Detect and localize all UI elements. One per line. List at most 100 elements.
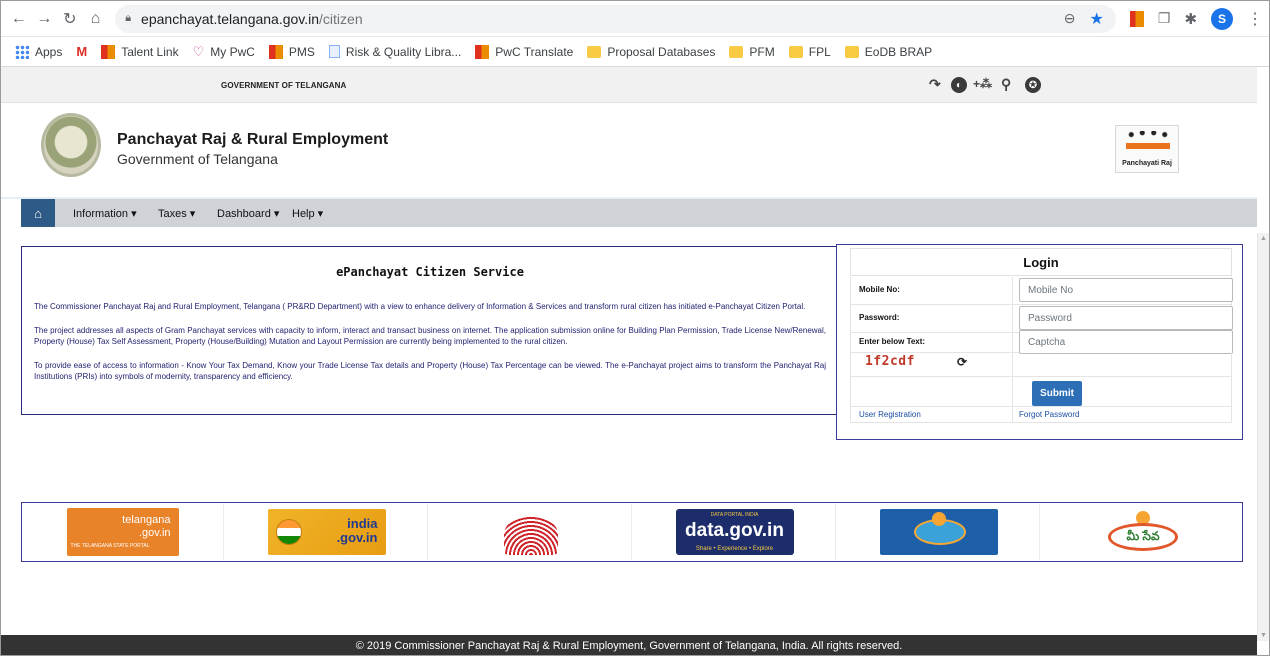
fingerprint-icon (503, 515, 558, 555)
browser-window: ← → ↻ ⌂ 🔒︎ epanchayat.telangana.gov.in /… (0, 0, 1270, 656)
document-icon (328, 45, 340, 58)
meeseva-logo (879, 509, 998, 555)
bookmark-eodb-brap[interactable]: EoDB BRAP (844, 45, 932, 59)
telangana-emblem-logo (41, 113, 101, 177)
mobile-input[interactable] (1019, 278, 1233, 302)
smiley-icon (931, 512, 946, 526)
menu-dashboard[interactable]: Dashboard ▾ (217, 207, 279, 220)
site-header: Panchayat Raj & Rural Employment Governm… (1, 103, 1257, 199)
gov-strip: GOVERNMENT OF TELANGANA ↷ ◐ +⁂ ⚲ ✪ (1, 67, 1257, 103)
submit-button[interactable]: Submit (1032, 381, 1082, 406)
scroll-down-icon[interactable]: ▼ (1260, 632, 1267, 639)
site-subtitle: Government of Telangana (117, 151, 278, 167)
scroll-up-icon[interactable]: ▲ (1260, 235, 1267, 242)
bookmark-pfm[interactable]: PFM (729, 45, 775, 59)
data-gov-logo: DATA PORTAL INDIA data.gov.in Share • Ex… (675, 509, 794, 555)
pwc-extension-icon[interactable] (1129, 10, 1144, 27)
folder-icon (844, 45, 859, 58)
extension-icon[interactable]: ❐ (1158, 10, 1171, 27)
menu-information[interactable]: Information ▾ (73, 207, 137, 220)
links-row: User Registration Forgot Password (850, 407, 1232, 423)
mee-seva-text: మీ సేవ (1108, 523, 1178, 551)
main-menu: ⌂ Information ▾ Taxes ▾ Dashboard ▾ Help… (21, 199, 1257, 227)
banner-india-gov[interactable]: india .gov.in (226, 504, 428, 560)
mee-seva-telugu-logo: మీ సేవ (1100, 509, 1186, 555)
panchayati-raj-logo: Panchayati Raj (1115, 125, 1179, 173)
profile-avatar[interactable]: S (1211, 7, 1234, 30)
captcha-label: Enter below Text: (859, 337, 926, 346)
bookmark-my-pwc[interactable]: ♡ My PwC (193, 44, 255, 60)
bookmark-gmail[interactable]: M (76, 44, 87, 59)
banner-telangana-portal[interactable]: telangana .gov.in THE TELANGANA STATE PO… (22, 504, 224, 560)
banner-meeseva[interactable] (838, 504, 1040, 560)
forward-arrow-icon[interactable]: → (33, 7, 57, 31)
logo-text: Panchayati Raj (1122, 160, 1172, 167)
bookmark-talent-link[interactable]: Talent Link (101, 44, 179, 59)
home-icon: ⌂ (34, 205, 42, 221)
india-logo-line1: india (347, 516, 378, 531)
bookmark-proposal-databases[interactable]: Proposal Databases (587, 45, 715, 59)
banner-aadhaar[interactable] (430, 504, 632, 560)
mobile-row: Mobile No: (850, 277, 1233, 305)
india-flag-icon (275, 519, 302, 545)
bookmark-fpl[interactable]: FPL (788, 45, 831, 59)
password-row: Password: (850, 305, 1233, 333)
address-bar[interactable]: 🔒︎ epanchayat.telangana.gov.in /citizen … (115, 4, 1116, 33)
datagov-top-text: DATA PORTAL INDIA (710, 512, 759, 518)
panel-heading: ePanchayat Citizen Service (336, 265, 524, 279)
intro-paragraph-2: The project addresses all aspects of Gra… (34, 326, 826, 346)
banner-data-gov[interactable]: DATA PORTAL INDIA data.gov.in Share • Ex… (634, 504, 836, 560)
folder-icon (587, 45, 602, 58)
captcha-label-row: Enter below Text: (850, 330, 1233, 354)
password-input[interactable] (1019, 306, 1233, 330)
telangana-logo-sub: THE TELANGANA STATE PORTAL (70, 543, 150, 549)
reload-icon[interactable]: ↻ (58, 7, 82, 31)
pwc-icon (268, 44, 283, 59)
aadhaar-logo (495, 509, 566, 555)
bookmark-pms[interactable]: PMS (268, 44, 315, 59)
pwc-icon (475, 44, 490, 59)
accessibility-icon[interactable]: ✪ (1025, 77, 1041, 93)
search-icon[interactable]: ⚲ (1001, 76, 1011, 93)
captcha-input[interactable] (1019, 330, 1233, 354)
bookmark-apps[interactable]: Apps (15, 44, 62, 59)
telangana-logo-line1: telangana (122, 514, 171, 526)
gov-label: GOVERNMENT OF TELANGANA (221, 81, 347, 90)
bookmark-star-icon[interactable]: ★ (1090, 9, 1104, 29)
datagov-bottom-text: Share • Experience • Explore (695, 546, 774, 552)
heart-icon: ♡ (192, 43, 205, 59)
folder-icon (788, 45, 803, 58)
page-scrollbar[interactable]: ▲ ▼ (1257, 233, 1269, 641)
submit-row: Submit (850, 377, 1232, 407)
captcha-image: 1f2cdf (865, 354, 915, 369)
telangana-logo-line2: .gov.in (138, 527, 171, 539)
bookmark-pwc-translate[interactable]: PwC Translate (475, 44, 573, 59)
people-figures-icon (1126, 131, 1170, 149)
bookmarks-bar: Apps M Talent Link ♡ My PwC PMS Risk & Qu… (1, 37, 1269, 67)
india-logo-line2: .gov.in (336, 530, 378, 545)
intro-paragraph-1: The Commissioner Panchayat Raj and Rural… (34, 302, 806, 311)
citizen-service-panel: ePanchayat Citizen Service The Commissio… (21, 246, 837, 415)
browser-menu-icon[interactable]: ⋮ (1247, 9, 1263, 29)
zoom-icon[interactable]: ⊖ (1064, 10, 1076, 27)
url-path: /citizen (319, 10, 363, 27)
menu-taxes[interactable]: Taxes ▾ (158, 207, 195, 220)
banner-mee-seva-telugu[interactable]: మీ సేవ (1042, 504, 1244, 560)
apps-grid-icon (15, 44, 29, 59)
refresh-captcha-icon[interactable]: ⟳ (957, 355, 967, 369)
extensions-puzzle-icon[interactable]: ✱ (1184, 10, 1197, 28)
home-button[interactable]: ⌂ (21, 199, 55, 227)
screen-reader-icon[interactable]: ↷ (929, 76, 941, 93)
menu-help[interactable]: Help ▾ (292, 207, 323, 220)
contrast-icon[interactable]: ◐ (951, 77, 967, 93)
home-icon[interactable]: ⌂ (84, 7, 108, 31)
web-page: GOVERNMENT OF TELANGANA ↷ ◐ +⁂ ⚲ ✪ Panch… (1, 67, 1257, 655)
page-footer: © 2019 Commissioner Panchayat Raj & Rura… (1, 635, 1257, 655)
sitemap-icon[interactable]: +⁂ (973, 77, 992, 91)
partner-banners: telangana .gov.in THE TELANGANA STATE PO… (21, 502, 1243, 562)
bookmark-risk-quality[interactable]: Risk & Quality Libra... (328, 45, 461, 59)
user-registration-link[interactable]: User Registration (859, 410, 921, 419)
password-label: Password: (859, 313, 900, 322)
forgot-password-link[interactable]: Forgot Password (1019, 410, 1079, 419)
back-arrow-icon[interactable]: ← (7, 7, 31, 31)
